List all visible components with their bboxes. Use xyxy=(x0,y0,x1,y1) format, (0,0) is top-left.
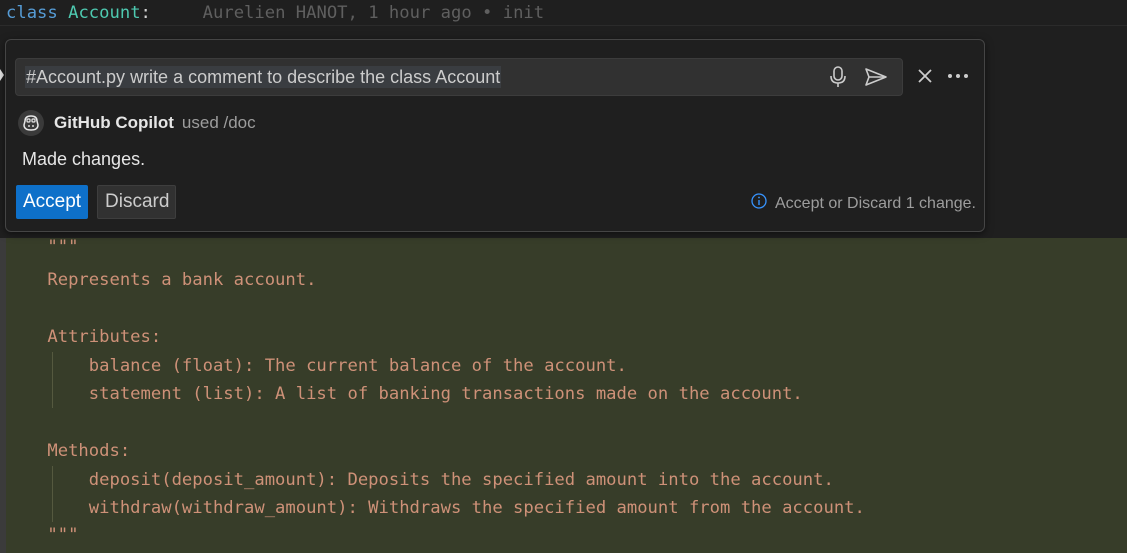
close-icon[interactable] xyxy=(913,64,937,88)
class-name: Account xyxy=(68,3,141,23)
discard-button[interactable]: Discard xyxy=(97,185,176,219)
accept-button[interactable]: Accept xyxy=(16,185,88,219)
docstring-line: balance (float): The current balance of … xyxy=(6,356,627,376)
send-icon[interactable] xyxy=(864,65,888,89)
chat-response-header: GitHub Copilot used /doc xyxy=(18,110,256,136)
agent-command: used /doc xyxy=(181,113,256,132)
hint-text: Accept or Discard 1 change. xyxy=(775,194,976,212)
info-icon xyxy=(751,193,767,214)
docstring-line: Represents a bank account. xyxy=(6,270,317,290)
chat-response-message: Made changes. xyxy=(22,149,146,169)
docstring-line: withdraw(withdraw_amount): Withdraws the… xyxy=(6,498,865,518)
chat-prompt-input[interactable]: #Account.py write a comment to describe … xyxy=(15,58,903,96)
class-colon: : xyxy=(140,3,151,23)
docstring-line: deposit(deposit_amount): Deposits the sp… xyxy=(6,470,834,490)
docstring-line: Attributes: xyxy=(6,327,162,347)
prompt-text[interactable]: #Account.py write a comment to describe … xyxy=(25,66,502,88)
inline-chat-widget: #Account.py write a comment to describe … xyxy=(5,39,985,232)
docstring-line: statement (list): A list of banking tran… xyxy=(6,384,803,404)
class-declaration-line: class Account: Aurelien HANOT, 1 hour ag… xyxy=(6,0,544,26)
copilot-icon xyxy=(18,110,44,136)
change-hint: Accept or Discard 1 change. xyxy=(751,193,976,214)
microphone-icon[interactable] xyxy=(826,65,850,89)
class-keyword: class xyxy=(6,3,58,23)
docstring-line: Methods: xyxy=(6,441,131,461)
docstring-line: """ xyxy=(6,237,79,257)
agent-name: GitHub Copilot xyxy=(54,113,174,132)
docstring-line: """ xyxy=(6,525,79,545)
mouse-cursor-icon xyxy=(0,68,4,82)
git-blame-annotation: Aurelien HANOT, 1 hour ago • init xyxy=(202,3,545,23)
line-divider xyxy=(0,25,1127,26)
more-icon[interactable] xyxy=(946,64,970,88)
